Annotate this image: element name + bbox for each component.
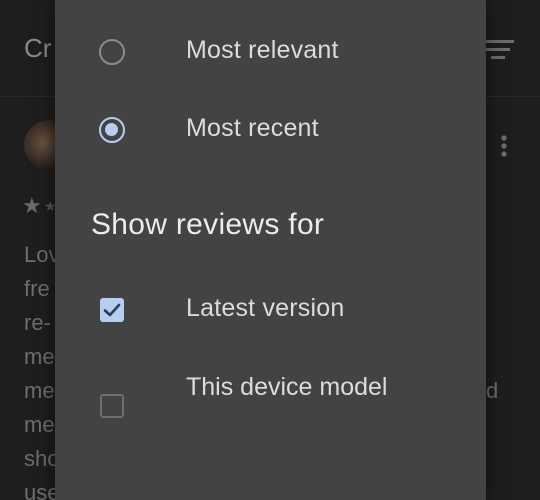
filter-option-label: This device model — [186, 373, 388, 401]
screen-title: Cr — [24, 33, 52, 63]
more-vertical-icon[interactable] — [496, 134, 512, 158]
sort-icon[interactable] — [482, 38, 514, 62]
checkbox-this-device-model[interactable] — [100, 394, 124, 418]
sort-option-label: Most recent — [186, 114, 319, 142]
review-text-line: me — [24, 412, 55, 437]
review-text-line: me — [24, 378, 55, 403]
filter-option-latest-version[interactable]: Latest version — [55, 280, 486, 340]
filter-option-label: Latest version — [186, 294, 345, 322]
check-icon — [103, 303, 121, 317]
review-text-line: re- — [24, 310, 51, 335]
screen: Cr ★ ★ Lov fre re- me me me sho use d Mo… — [0, 0, 540, 500]
review-text-line: fre — [24, 276, 50, 301]
radio-button-most-recent[interactable] — [99, 117, 125, 143]
sort-filter-sheet: Most relevant Most recent Show reviews f… — [55, 0, 486, 500]
sort-option-most-recent[interactable]: Most recent — [55, 100, 486, 160]
radio-button-most-relevant[interactable] — [99, 39, 125, 65]
sort-option-label: Most relevant — [186, 36, 339, 64]
rating-star-icon: ★ — [22, 193, 42, 218]
review-text-line: me — [24, 344, 55, 369]
sort-option-most-relevant[interactable]: Most relevant — [55, 22, 486, 82]
show-reviews-heading: Show reviews for — [91, 208, 325, 241]
review-text-fragment: d — [486, 378, 499, 403]
radio-selected-dot — [105, 123, 118, 136]
checkbox-latest-version[interactable] — [100, 298, 124, 322]
